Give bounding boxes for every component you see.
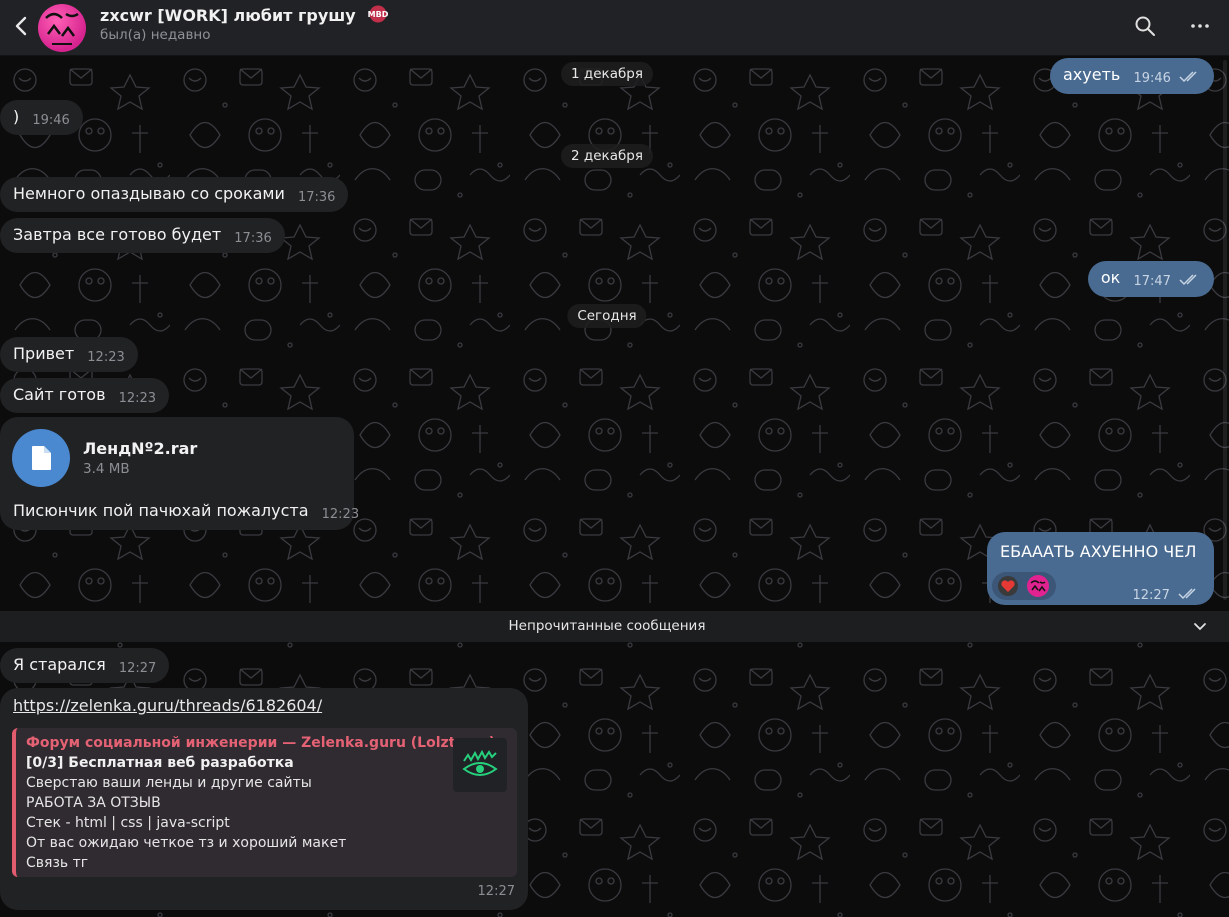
chat-title[interactable]: zxcwr [WORK] любит грушу МВD — [100, 5, 391, 27]
preview-title: [0/3] Бесплатная веб разработка — [26, 755, 294, 771]
preview-line: Связь тг — [26, 855, 89, 871]
chat-header: zxcwr [WORK] любит грушу МВD был(а) неда… — [0, 0, 1229, 56]
unread-banner: Непрочитанные сообщения — [0, 611, 1229, 642]
avatar[interactable] — [38, 4, 86, 52]
message-text: Писюнчик пой пачюхай пожалуста — [13, 501, 309, 520]
svg-text:МВD: МВD — [368, 10, 389, 19]
message-time: 12:27 — [118, 661, 157, 676]
file-name: ЛендNº2.rar — [83, 439, 198, 458]
message-time: 19:46 — [1133, 71, 1171, 86]
more-vertical-icon — [1191, 24, 1209, 28]
message-incoming[interactable]: ) 19:46 — [0, 100, 83, 135]
avatar-image — [45, 12, 79, 45]
preview-line: Стек - html | css | java-script — [26, 815, 230, 831]
message-outgoing[interactable]: ок 17:47 — [1087, 261, 1214, 297]
message-file[interactable]: ЛендNº2.rar 3.4 MB Писюнчик пой пачюхай … — [0, 417, 359, 530]
message-text: Немного опаздываю со сроками — [13, 184, 285, 203]
chat-window: zxcwr [WORK] любит грушу МВD был(а) неда… — [0, 0, 1229, 917]
double-check-icon — [1179, 271, 1201, 290]
message-time: 17:36 — [234, 231, 272, 246]
double-check-icon — [1179, 68, 1201, 87]
message-incoming[interactable]: Завтра все готово будет 17:36 — [0, 218, 285, 253]
avatar-reaction-icon[interactable] — [1026, 574, 1050, 598]
back-button[interactable] — [10, 12, 32, 40]
search-icon — [1135, 16, 1155, 36]
message-incoming[interactable]: Я старался 12:27 — [0, 648, 170, 683]
message-incoming[interactable]: Сайт готов 12:23 — [0, 378, 170, 413]
double-check-icon — [1178, 585, 1200, 604]
message-text: ) — [13, 107, 20, 126]
date-separator: 1 декабря — [561, 62, 653, 86]
message-incoming[interactable]: Привет 12:23 — [0, 337, 138, 372]
date-separator: Сегодня — [567, 304, 647, 328]
message-time: 12:27 — [1132, 588, 1170, 603]
scroll-down-button[interactable] — [1193, 619, 1207, 638]
message-text: Завтра все готово будет — [13, 225, 222, 244]
back-arrow-icon — [15, 16, 27, 36]
message-outgoing[interactable]: ахуеть 19:46 — [1050, 58, 1214, 94]
message-time: 17:36 — [297, 190, 336, 205]
message-meta: 12:27 — [1124, 582, 1200, 604]
message-text: ок — [1100, 268, 1121, 287]
more-button[interactable] — [1187, 13, 1213, 39]
preview-thumbnail[interactable] — [453, 738, 507, 792]
link-preview[interactable]: Форум социальной инженерии — Zelenka.gur… — [12, 728, 517, 877]
message-text: ахуеть — [1063, 65, 1121, 84]
message-time: 12:27 — [477, 884, 515, 899]
message-time: 12:23 — [87, 350, 125, 365]
chat-status: был(а) недавно — [100, 27, 211, 43]
search-button[interactable] — [1132, 13, 1158, 39]
message-link[interactable]: https://zelenka.guru/threads/6182604/ Фо… — [0, 688, 528, 910]
preview-line: Сверстаю ваши ленды и другие сайты — [26, 775, 312, 791]
message-text: Сайт готов — [13, 385, 106, 404]
heart-reaction-icon[interactable] — [997, 575, 1019, 597]
reactions[interactable] — [992, 572, 1056, 600]
message-time: 12:23 — [118, 391, 157, 406]
message-link-url[interactable]: https://zelenka.guru/threads/6182604/ — [13, 696, 322, 715]
message-time: 17:47 — [1133, 274, 1171, 289]
chevron-down-icon — [1194, 623, 1206, 631]
file-icon — [32, 446, 51, 470]
file-download-button[interactable] — [12, 429, 70, 487]
message-caption: Писюнчик пой пачюхай пожалуста 12:23 — [13, 501, 359, 522]
message-text: Привет — [13, 344, 75, 363]
message-time: 12:23 — [321, 507, 360, 522]
preview-line: От вас ожидаю четкое тз и хороший макет — [26, 835, 347, 851]
message-time: 19:46 — [32, 113, 70, 128]
message-outgoing[interactable]: ЕБАААТЬ АХУЕННО ЧЕЛ 12:27 — [987, 532, 1214, 605]
message-text: Я старался — [13, 655, 106, 674]
scrollbar[interactable] — [1223, 60, 1227, 600]
preview-site-name: Форум социальной инженерии — Zelenka.gur… — [26, 735, 496, 751]
message-text: ЕБАААТЬ АХУЕННО ЧЕЛ — [1000, 542, 1197, 561]
eye-logo-icon — [462, 749, 498, 776]
chat-title-text: zxcwr [WORK] любит грушу — [100, 6, 356, 25]
unread-label: Непрочитанные сообщения — [508, 618, 706, 634]
badge-icon: МВD — [365, 5, 391, 27]
message-incoming[interactable]: Немного опаздываю со сроками 17:36 — [0, 177, 349, 212]
preview-line: РАБОТА ЗА ОТЗЫВ — [26, 795, 161, 811]
date-separator: 2 декабря — [561, 144, 653, 168]
file-size: 3.4 MB — [83, 461, 130, 477]
